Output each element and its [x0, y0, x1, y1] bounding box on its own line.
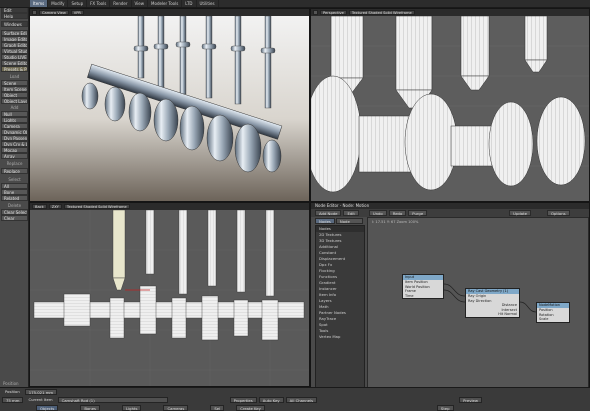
viewport-menu-icon[interactable]: [32, 10, 37, 15]
top-menubar: Items Modify Setup FX Tools Render View …: [0, 0, 590, 8]
perspective-viewport[interactable]: Perspective Textured Shaded Solid Wirefr…: [310, 8, 590, 202]
current-item-row: 75 mm Current Item Camshaft Rod (1) Prop…: [0, 396, 590, 404]
viewport-shading-dropdown[interactable]: Textured Shaded Solid Wireframe: [63, 204, 130, 209]
camera-render-view: [30, 16, 309, 201]
tab-modeler-tools[interactable]: Modeler Tools: [148, 0, 183, 7]
viewport-mode-dropdown[interactable]: VPR: [70, 10, 84, 15]
cameras-toggle[interactable]: Cameras: [163, 405, 189, 411]
tab-modify[interactable]: Modify: [48, 0, 69, 7]
position-field-label: Position: [5, 389, 20, 394]
node-editor-tabs: Nodes Node Prop...: [311, 217, 363, 230]
viewport-zoom-dropdown[interactable]: ZXY: [48, 204, 62, 209]
viewport-header: Back ZXY Textured Shaded Solid Wireframe: [30, 203, 309, 210]
input-node[interactable]: Input Item Position World Position Frame…: [402, 274, 444, 299]
viewport-header: Camera View VPR: [30, 9, 309, 16]
position-label: Position: [3, 381, 19, 386]
tab-items[interactable]: Items: [30, 0, 49, 7]
add-node-button[interactable]: Add Node: [315, 210, 342, 216]
node-category-list: Nodes 2D Textures 3D Textures Additional…: [315, 225, 365, 393]
update-button[interactable]: Update: [509, 210, 531, 216]
camera-viewport[interactable]: Camera View VPR: [29, 8, 310, 202]
presets-place-button[interactable]: Presets & Place: [1, 66, 28, 72]
raycast-node[interactable]: Ray Cast Geometry (1) Ray Origin Ray Dir…: [465, 288, 520, 318]
tab-fx-tools[interactable]: FX Tools: [87, 0, 111, 7]
left-toolbar: File Edit Help Windows Surface Editor Im…: [0, 0, 29, 396]
step-field[interactable]: Step: [436, 405, 454, 411]
tab-setup[interactable]: Setup: [68, 0, 88, 7]
load-section-heading: Load: [9, 74, 20, 79]
viewport-menu-icon[interactable]: [313, 10, 318, 15]
perspective-wireframe-view: [311, 16, 589, 201]
add-section-heading: Add: [10, 105, 19, 110]
properties-button[interactable]: Properties: [229, 397, 257, 403]
clear-button[interactable]: Clear: [1, 215, 28, 221]
tab-node-properties[interactable]: Node Prop...: [335, 218, 363, 230]
node-port[interactable]: Scale: [537, 317, 569, 322]
tab-nodes[interactable]: Nodes: [315, 218, 335, 224]
bones-toggle[interactable]: Bones: [80, 405, 101, 411]
purge-button[interactable]: Purge: [408, 210, 428, 216]
add-array-button[interactable]: Array: [1, 153, 28, 159]
current-item-dropdown[interactable]: Camshaft Rod (1): [57, 397, 168, 403]
viewport-view-dropdown[interactable]: Back: [32, 204, 47, 209]
auto-key-toggle[interactable]: Auto Key: [258, 397, 284, 403]
viewport-header: Perspective Textured Shaded Solid Wirefr…: [311, 9, 589, 16]
tab-ltd[interactable]: LTD: [182, 0, 197, 7]
item-type-row: Objects Bones Lights Cameras Sel Create …: [0, 404, 590, 411]
node-graph-canvas[interactable]: I: 17.51 Y: 67 Zoom 100% Input Item Posi…: [367, 217, 589, 393]
viewport-camera-dropdown[interactable]: Camera View: [39, 10, 69, 15]
grid-size-field[interactable]: 75 mm: [2, 397, 24, 403]
objects-toggle[interactable]: Objects: [36, 405, 59, 411]
node-edit-button[interactable]: Edit: [343, 210, 359, 216]
timeline-bottom-bar: Position 175.021 mm 75 mm Current Item C…: [0, 387, 590, 411]
redo-button[interactable]: Redo: [388, 210, 407, 216]
replace-section-heading: Replace: [6, 161, 23, 166]
viewport-shading-dropdown[interactable]: Textured Shaded Solid Wireframe: [348, 10, 415, 15]
delete-section-heading: Delete: [7, 203, 22, 208]
node-editor-panel: Node Editor - Node: Motion Add Node Edit…: [310, 202, 590, 396]
viewport-view-dropdown[interactable]: Perspective: [320, 10, 347, 15]
load-object-layer-button[interactable]: Object Layer: [1, 98, 28, 104]
position-row: Position 175.021 mm: [0, 388, 590, 396]
select-related-button[interactable]: Related: [1, 195, 28, 201]
list-item[interactable]: Vertex Map: [316, 334, 364, 340]
back-orthographic-view: [30, 210, 309, 386]
node-port[interactable]: Hit Normal: [466, 312, 519, 317]
replace-dropdown[interactable]: Replace: [1, 168, 28, 174]
node-editor-menu: Add Node Edit Undo Redo Purge Update Opt…: [311, 209, 589, 217]
tab-utilities[interactable]: Utilities: [197, 0, 219, 7]
channels-dropdown[interactable]: All Channels: [285, 397, 318, 403]
lights-toggle[interactable]: Lights: [122, 405, 142, 411]
tab-view[interactable]: View: [132, 0, 149, 7]
motion-node[interactable]: NodeMotion Position Rotation Scale: [536, 302, 570, 323]
undo-button[interactable]: Undo: [368, 210, 387, 216]
tab-render[interactable]: Render: [110, 0, 132, 7]
select-section-heading: Select: [8, 177, 21, 182]
position-value-field[interactable]: 175.021 mm: [24, 389, 58, 395]
help-menu[interactable]: Help: [1, 13, 28, 19]
preview-dropdown[interactable]: Preview: [459, 397, 482, 403]
node-port[interactable]: Time: [403, 294, 443, 299]
options-button[interactable]: Options: [546, 210, 570, 216]
windows-menu[interactable]: Windows: [1, 21, 28, 27]
create-key-button[interactable]: Create Key: [236, 405, 265, 411]
current-item-label: Current Item: [28, 397, 53, 402]
back-viewport[interactable]: Back ZXY Textured Shaded Solid Wireframe: [29, 202, 310, 387]
sel-button[interactable]: Sel: [210, 405, 225, 411]
